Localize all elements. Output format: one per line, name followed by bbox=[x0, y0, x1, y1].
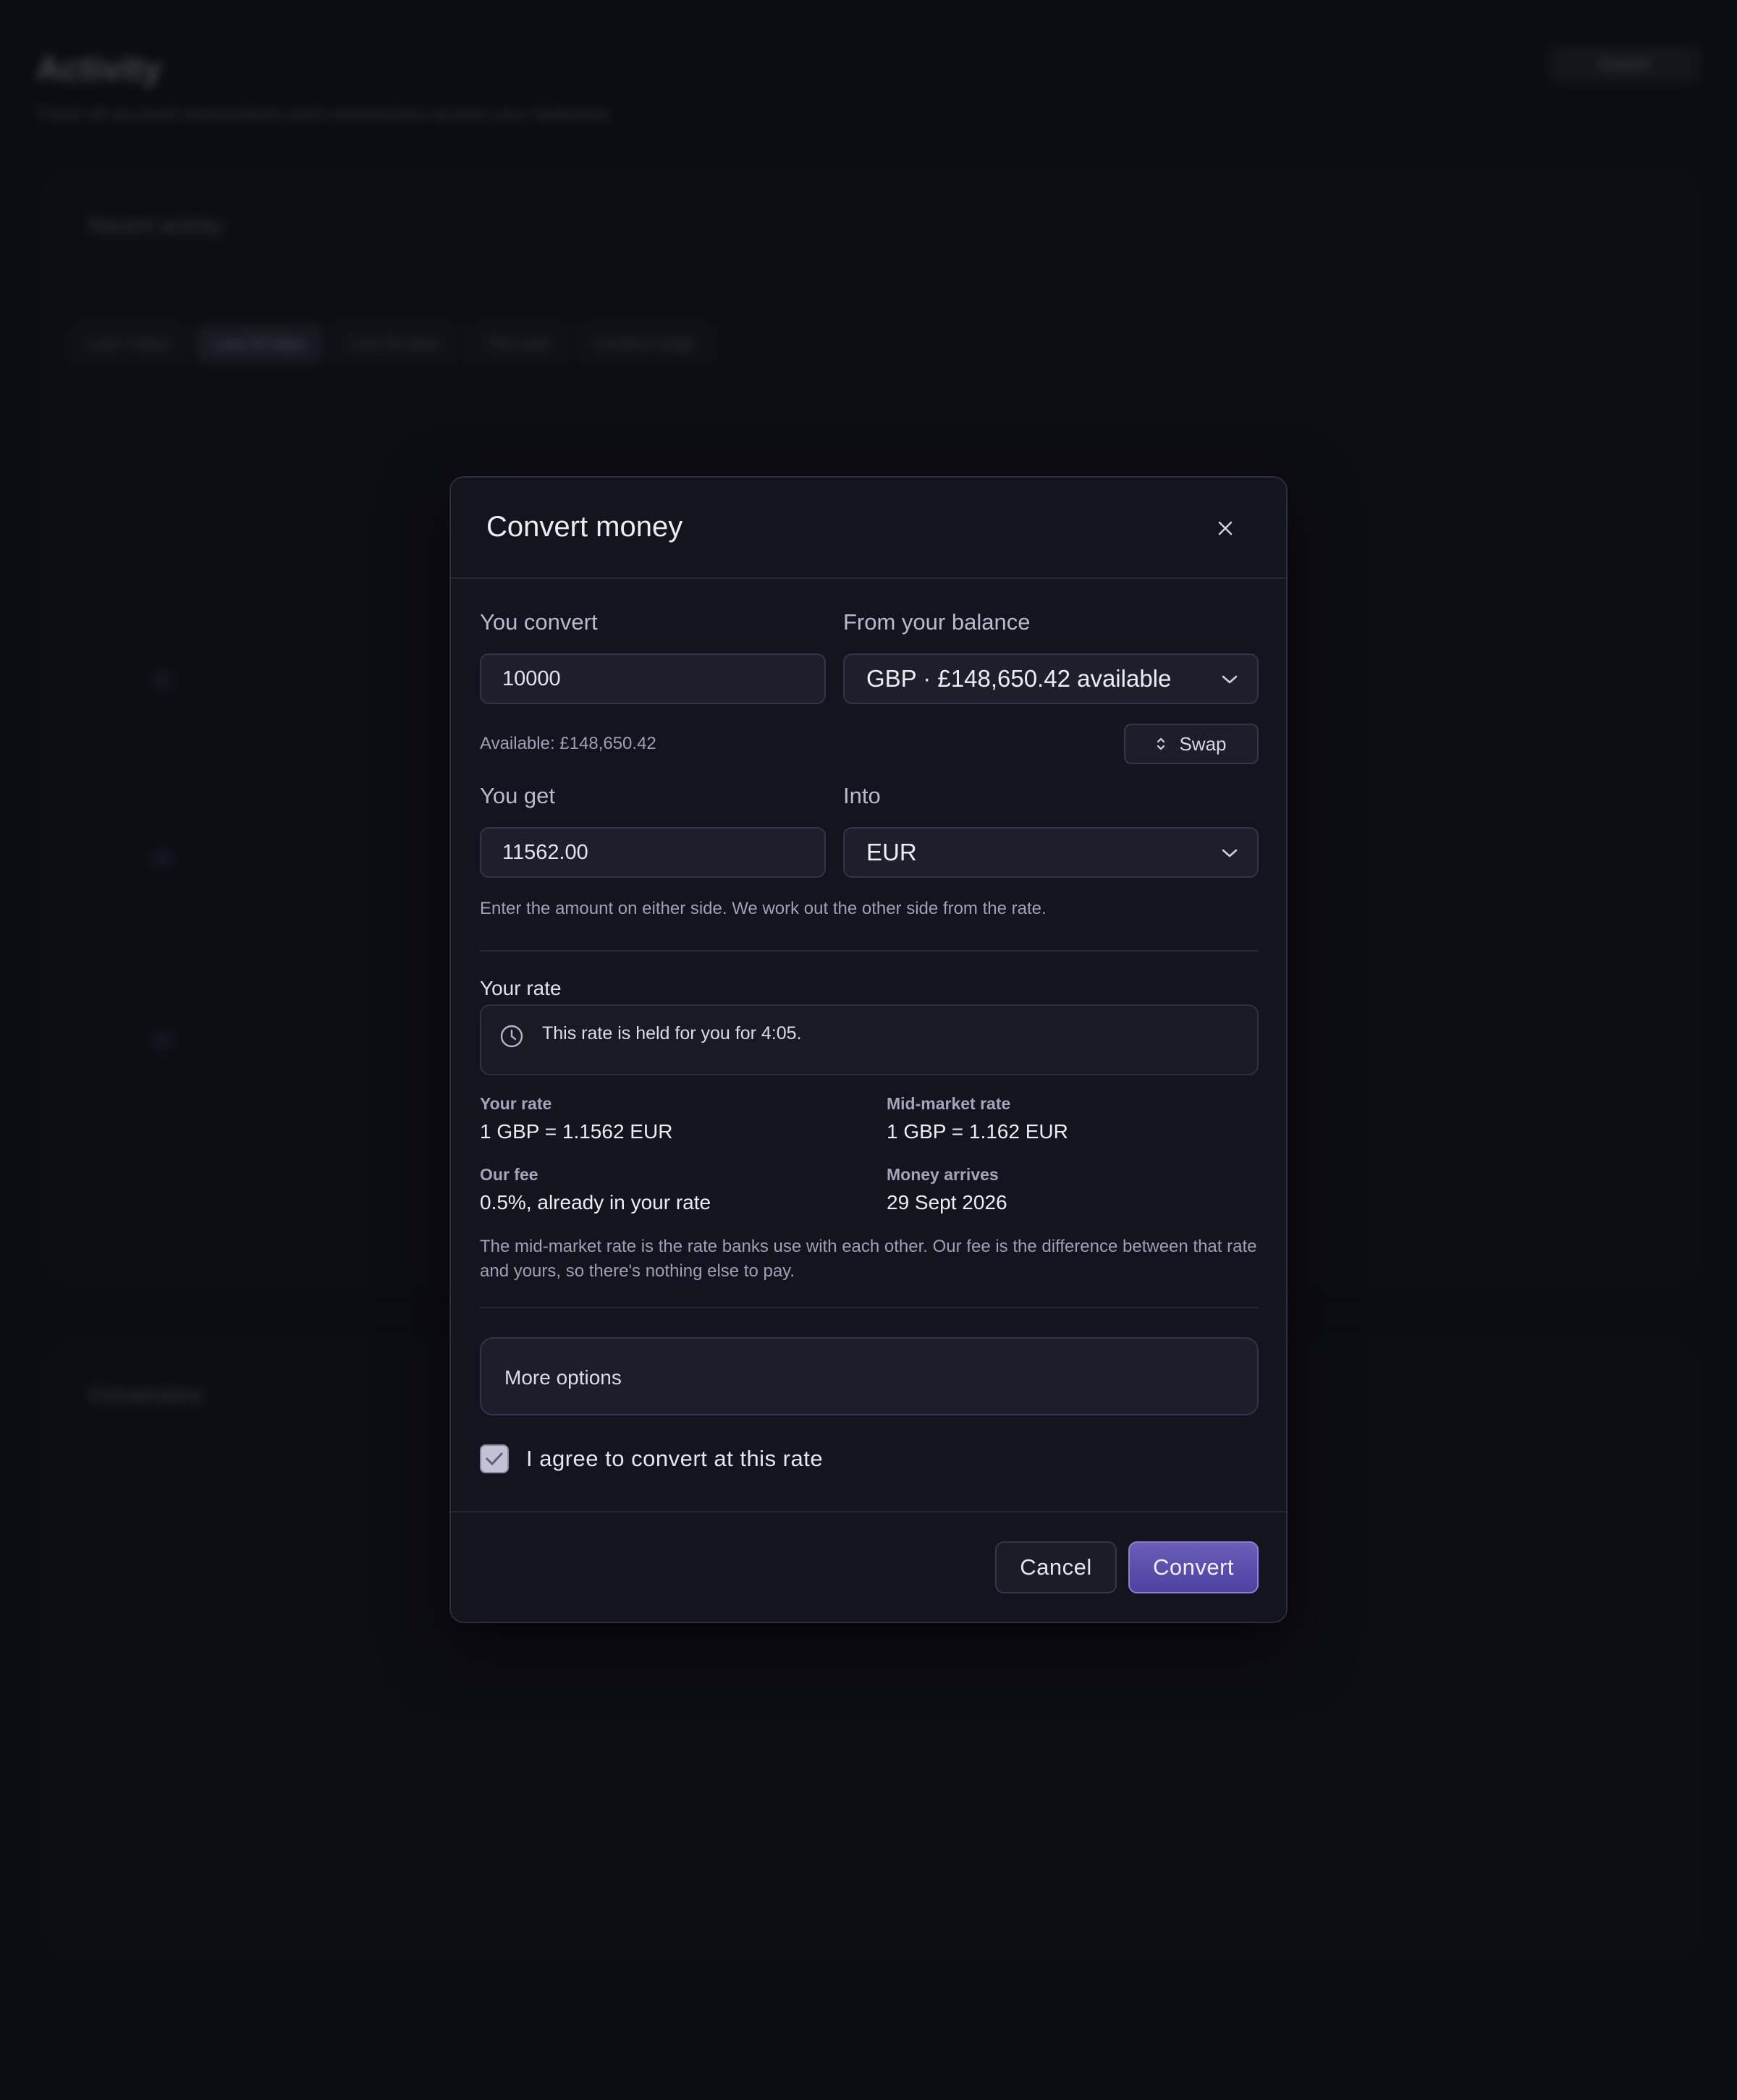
into-value: EUR bbox=[866, 839, 917, 865]
close-icon bbox=[1218, 521, 1233, 535]
from-balance-label: From your balance bbox=[843, 609, 1031, 635]
fee-value: 0.5%, already in your rate bbox=[480, 1191, 711, 1214]
you-convert-value: 10000 bbox=[502, 666, 561, 690]
close-button[interactable] bbox=[1211, 514, 1240, 543]
you-get-input[interactable]: 11562.00 bbox=[480, 827, 826, 878]
swap-label: Swap bbox=[1179, 732, 1227, 755]
divider bbox=[480, 950, 1259, 952]
fee-label: Our fee bbox=[480, 1165, 538, 1184]
rate-hold-text: This rate is held for you for 4:05. bbox=[542, 1023, 802, 1043]
swap-button[interactable]: Swap bbox=[1124, 724, 1259, 764]
arrives-value: 29 Sept 2026 bbox=[887, 1191, 1007, 1214]
convert-money-dialog: Convert money You convert 10000 From you… bbox=[449, 476, 1288, 1623]
chevron-down-icon bbox=[1222, 675, 1238, 684]
agree-checkbox[interactable] bbox=[480, 1444, 509, 1473]
helper-text: Enter the amount on either side. We work… bbox=[480, 899, 1047, 918]
you-convert-input[interactable]: 10000 bbox=[480, 653, 826, 704]
mid-market-label: Mid-market rate bbox=[887, 1094, 1011, 1113]
you-get-label: You get bbox=[480, 783, 556, 808]
convert-button[interactable]: Convert bbox=[1128, 1541, 1259, 1593]
dialog-title: Convert money bbox=[486, 511, 683, 543]
divider bbox=[480, 1307, 1259, 1308]
you-convert-label: You convert bbox=[480, 609, 598, 635]
rate-section-heading: Your rate bbox=[480, 977, 562, 999]
more-options-toggle[interactable]: More options bbox=[480, 1337, 1259, 1415]
you-get-value: 11562.00 bbox=[502, 840, 588, 864]
your-rate-value: 1 GBP = 1.1562 EUR bbox=[480, 1120, 673, 1143]
check-icon bbox=[486, 1452, 503, 1465]
chevron-down-icon bbox=[1222, 849, 1238, 858]
from-balance-value: GBP · £148,650.42 available bbox=[866, 665, 1172, 692]
dialog-footer-divider bbox=[451, 1511, 1286, 1512]
into-label: Into bbox=[843, 783, 881, 808]
rate-hold-notice: This rate is held for you for 4:05. bbox=[480, 1004, 1259, 1075]
mid-market-value: 1 GBP = 1.162 EUR bbox=[887, 1120, 1068, 1143]
your-rate-label: Your rate bbox=[480, 1094, 552, 1113]
more-options-label: More options bbox=[504, 1366, 622, 1389]
available-balance-text: Available: £148,650.42 bbox=[480, 734, 656, 753]
into-currency-select[interactable]: EUR bbox=[843, 827, 1259, 878]
clock-icon bbox=[500, 1025, 523, 1048]
dialog-header: Convert money bbox=[451, 478, 1286, 579]
rate-explanation: The mid-market rate is the rate banks us… bbox=[480, 1237, 1257, 1281]
cancel-button[interactable]: Cancel bbox=[995, 1541, 1117, 1593]
from-balance-select[interactable]: GBP · £148,650.42 available bbox=[843, 653, 1259, 704]
swap-icon bbox=[1157, 737, 1165, 750]
arrives-label: Money arrives bbox=[887, 1165, 999, 1184]
agree-label[interactable]: I agree to convert at this rate bbox=[526, 1446, 823, 1472]
